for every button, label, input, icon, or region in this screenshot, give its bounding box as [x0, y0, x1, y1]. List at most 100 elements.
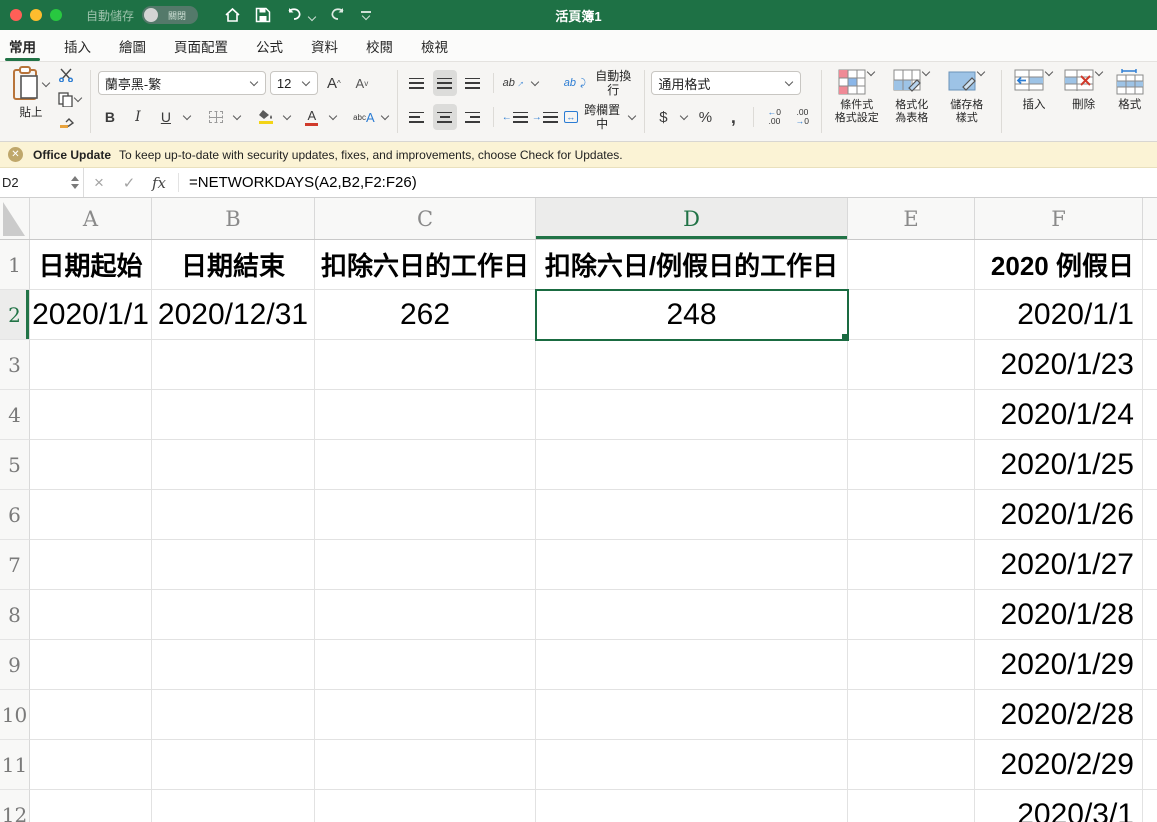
row-header-1[interactable]: 1	[0, 240, 30, 290]
cell-E3[interactable]	[848, 340, 975, 390]
copy-button[interactable]	[58, 92, 83, 107]
save-icon[interactable]	[255, 7, 271, 23]
bold-button[interactable]: B	[98, 104, 122, 130]
cell-C3[interactable]	[315, 340, 536, 390]
underline-button[interactable]: U	[154, 104, 178, 130]
tab-校閱[interactable]: 校閱	[352, 30, 407, 61]
row-header-4[interactable]: 4	[0, 390, 30, 440]
cell-B8[interactable]	[152, 590, 315, 640]
cell-A3[interactable]	[30, 340, 152, 390]
increase-indent-button[interactable]: →	[532, 104, 558, 130]
decrease-indent-button[interactable]: ←	[502, 104, 528, 130]
cell-B2[interactable]: 2020/12/31	[152, 290, 315, 340]
column-header-F[interactable]: F	[975, 198, 1143, 239]
increase-font-size-button[interactable]: A^	[322, 70, 346, 96]
cell-D2[interactable]: 248	[536, 290, 848, 340]
cell-D7[interactable]	[536, 540, 848, 590]
row-header-7[interactable]: 7	[0, 540, 30, 590]
cell-styles-button[interactable]: 儲存格樣式	[939, 66, 994, 137]
customize-toolbar-icon[interactable]	[361, 11, 371, 19]
format-cells-button[interactable]: 格式	[1108, 66, 1151, 137]
tab-資料[interactable]: 資料	[297, 30, 352, 61]
cell-B4[interactable]	[152, 390, 315, 440]
cell-E10[interactable]	[848, 690, 975, 740]
cell-C5[interactable]	[315, 440, 536, 490]
column-header-B[interactable]: B	[152, 198, 315, 239]
cancel-icon[interactable]: ×	[84, 168, 114, 197]
wrap-text-button[interactable]: ab⤸ 自動換行	[564, 66, 637, 100]
notification-close-icon[interactable]: ✕	[8, 147, 23, 162]
row-header-10[interactable]: 10	[0, 690, 30, 740]
cell-B10[interactable]	[152, 690, 315, 740]
cell-E2[interactable]	[848, 290, 975, 340]
cell-F3[interactable]: 2020/1/23	[975, 340, 1143, 390]
cell-A11[interactable]	[30, 740, 152, 790]
cell-F10[interactable]: 2020/2/28	[975, 690, 1143, 740]
insert-function-icon[interactable]: fx	[144, 168, 174, 197]
column-header-C[interactable]: C	[315, 198, 536, 239]
cell-A6[interactable]	[30, 490, 152, 540]
cell-C12[interactable]	[315, 790, 536, 822]
cell-F4[interactable]: 2020/1/24	[975, 390, 1143, 440]
cell-F1[interactable]: 2020 例假日	[975, 240, 1143, 290]
cell-E5[interactable]	[848, 440, 975, 490]
cell-C6[interactable]	[315, 490, 536, 540]
align-middle-button[interactable]	[433, 70, 457, 96]
undo-menu-chevron-icon[interactable]	[308, 13, 316, 21]
merge-center-button[interactable]: ↔ 跨欄置中	[564, 100, 637, 134]
cell-C9[interactable]	[315, 640, 536, 690]
orientation-chevron-icon[interactable]	[531, 78, 539, 86]
select-all-corner[interactable]	[0, 198, 30, 239]
delete-cells-button[interactable]: 刪除	[1059, 66, 1109, 137]
font-name-select[interactable]: 蘭亭黑-繁	[98, 71, 266, 95]
row-header-3[interactable]: 3	[0, 340, 30, 390]
cell-E9[interactable]	[848, 640, 975, 690]
row-header-11[interactable]: 11	[0, 740, 30, 790]
row-header-8[interactable]: 8	[0, 590, 30, 640]
cell-F7[interactable]: 2020/1/27	[975, 540, 1143, 590]
cell-D5[interactable]	[536, 440, 848, 490]
row-header-9[interactable]: 9	[0, 640, 30, 690]
format-painter-button[interactable]	[58, 116, 83, 130]
cell-A10[interactable]	[30, 690, 152, 740]
italic-button[interactable]: I	[126, 104, 150, 130]
cell-D11[interactable]	[536, 740, 848, 790]
align-top-button[interactable]	[405, 70, 429, 96]
decrease-font-size-button[interactable]: Av	[350, 70, 374, 96]
align-left-button[interactable]	[405, 104, 429, 130]
cell-C7[interactable]	[315, 540, 536, 590]
increase-decimal-button[interactable]: ←0.00	[762, 104, 786, 130]
home-icon[interactable]	[224, 7, 241, 23]
close-window-button[interactable]	[10, 9, 22, 21]
cell-C4[interactable]	[315, 390, 536, 440]
cell-A8[interactable]	[30, 590, 152, 640]
column-header-E[interactable]: E	[848, 198, 975, 239]
row-header-6[interactable]: 6	[0, 490, 30, 540]
tab-頁面配置[interactable]: 頁面配置	[160, 30, 242, 61]
cell-C11[interactable]	[315, 740, 536, 790]
cut-button[interactable]	[58, 68, 83, 82]
tab-常用[interactable]: 常用	[0, 30, 50, 61]
cell-F11[interactable]: 2020/2/29	[975, 740, 1143, 790]
underline-menu-chevron-icon[interactable]	[183, 112, 191, 120]
decrease-decimal-button[interactable]: .00→0	[790, 104, 814, 130]
cell-D10[interactable]	[536, 690, 848, 740]
minimize-window-button[interactable]	[30, 9, 42, 21]
cell-A12[interactable]	[30, 790, 152, 822]
zoom-window-button[interactable]	[50, 9, 62, 21]
cell-B11[interactable]	[152, 740, 315, 790]
number-format-select[interactable]: 通用格式	[651, 71, 801, 95]
cell-E6[interactable]	[848, 490, 975, 540]
comma-format-button[interactable]: ,	[721, 104, 745, 130]
cell-C10[interactable]	[315, 690, 536, 740]
cell-A5[interactable]	[30, 440, 152, 490]
tab-插入[interactable]: 插入	[50, 30, 105, 61]
cell-E4[interactable]	[848, 390, 975, 440]
font-color-chevron-icon[interactable]	[329, 112, 337, 120]
formula-input[interactable]: =NETWORKDAYS(A2,B2,F2:F26)	[183, 168, 417, 197]
cell-B6[interactable]	[152, 490, 315, 540]
percent-format-button[interactable]: %	[693, 104, 717, 130]
cell-D12[interactable]	[536, 790, 848, 822]
conditional-formatting-button[interactable]: 條件式格式設定	[829, 66, 884, 137]
cell-C8[interactable]	[315, 590, 536, 640]
